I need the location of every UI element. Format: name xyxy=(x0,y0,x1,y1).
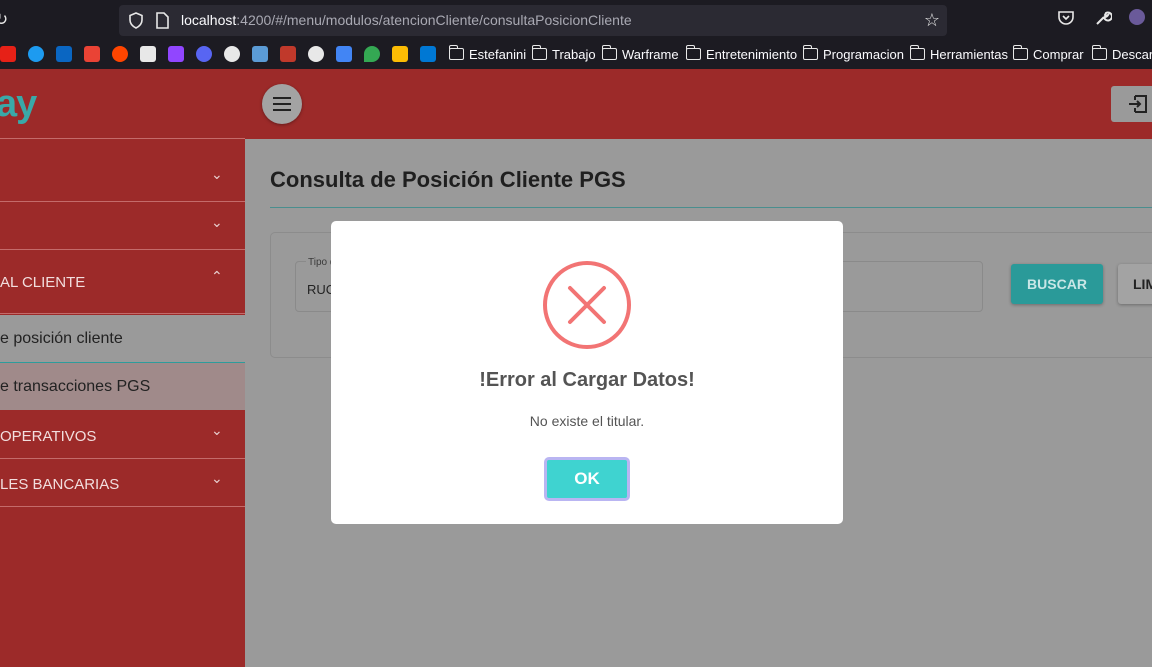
bookmark-folder-programacion[interactable]: Programacion xyxy=(802,45,904,63)
translate-icon[interactable] xyxy=(336,46,352,62)
bookmark-label: Comprar xyxy=(1033,46,1084,62)
bookmark-label: Entretenimiento xyxy=(706,46,798,62)
bookmark-folder-estefanini[interactable]: Estefanini xyxy=(448,45,527,63)
folder-icon xyxy=(601,45,617,60)
sidebar-item-bancarias[interactable]: LES BANCARIAS ⌄ xyxy=(0,459,245,507)
sidebar-item-label: AL CLIENTE xyxy=(0,274,86,291)
bookmark-label: Estefanini xyxy=(469,46,527,62)
sidebar-subitem-posicion-cliente[interactable]: e posición cliente xyxy=(0,315,245,363)
sidebar-item-operativos[interactable]: OPERATIVOS ⌄ xyxy=(0,411,245,459)
url-path: :4200/#/menu/modulos/atencionCliente/con… xyxy=(236,12,632,28)
folder-icon xyxy=(1091,45,1107,60)
bookmark-label: Herramientas xyxy=(930,46,1009,62)
extension-icon[interactable] xyxy=(1129,9,1145,25)
outlook-icon[interactable] xyxy=(420,46,436,62)
reddit-icon[interactable] xyxy=(112,46,128,62)
sidebar-subitem-label: e posición cliente xyxy=(0,330,123,347)
logout-button[interactable] xyxy=(1111,86,1152,122)
folder-icon xyxy=(802,45,818,60)
chevron-down-icon: ⌄ xyxy=(211,423,223,439)
search-button[interactable]: BUSCAR xyxy=(1011,264,1103,304)
sidebar-item-atencion-cliente[interactable]: AL CLIENTE ⌃ xyxy=(0,251,245,314)
bookmark-folder-entretenimiento[interactable]: Entretenimiento xyxy=(685,45,798,63)
bookmark-folder-trabajo[interactable]: Trabajo xyxy=(531,45,596,63)
hamburger-icon xyxy=(273,97,291,99)
sidebar-item-label: LES BANCARIAS xyxy=(0,476,120,493)
bookmark-folder-descargas[interactable]: Descargas xyxy=(1091,45,1152,63)
linkedin-icon[interactable] xyxy=(56,46,72,62)
reload-icon[interactable]: ↻ xyxy=(0,10,8,30)
url-text[interactable]: localhost:4200/#/menu/modulos/atencionCl… xyxy=(181,12,632,28)
sidebar-subitem-label: e transacciones PGS xyxy=(0,378,151,395)
chevron-down-icon: ⌄ xyxy=(211,471,223,487)
bookmark-label: Trabajo xyxy=(552,46,596,62)
check-icon[interactable] xyxy=(224,46,240,62)
browser-toolbar: ↻ localhost:4200/#/menu/modulos/atencion… xyxy=(0,0,1152,40)
twitch-icon[interactable] xyxy=(168,46,184,62)
youtube-icon[interactable] xyxy=(0,46,16,62)
chevron-down-icon: ⌄ xyxy=(211,167,223,183)
twitter-icon[interactable] xyxy=(28,46,44,62)
error-x-icon xyxy=(543,261,631,349)
chevron-down-icon: ⌄ xyxy=(211,215,223,231)
gmail-icon[interactable] xyxy=(84,46,100,62)
folder-icon xyxy=(909,45,925,60)
sidebar-subitem-transacciones-pgs[interactable]: e transacciones PGS xyxy=(0,362,245,410)
sidebar-item-1[interactable]: ⌄ xyxy=(0,155,245,202)
p-icon[interactable] xyxy=(140,46,156,62)
bookmark-label: Programacion xyxy=(823,46,904,62)
app-header xyxy=(245,69,1152,139)
folder-icon xyxy=(448,45,464,60)
sidebar-item-2[interactable]: ⌄ xyxy=(0,203,245,250)
bookmark-folder-comprar[interactable]: Comprar xyxy=(1012,45,1084,63)
bookmark-folder-warframe[interactable]: Warframe xyxy=(601,45,679,63)
bookmark-star-icon[interactable]: ☆ xyxy=(924,10,940,31)
chevron-up-icon: ⌃ xyxy=(211,269,223,285)
title-divider xyxy=(270,207,1152,208)
image-icon[interactable] xyxy=(252,46,268,62)
github-icon[interactable] xyxy=(308,46,324,62)
bookmark-label: Warframe xyxy=(622,46,679,62)
logout-icon xyxy=(1129,95,1147,113)
clear-button[interactable]: LIMPIAR xyxy=(1118,264,1152,304)
url-host: localhost xyxy=(181,12,237,28)
folder-icon xyxy=(531,45,547,60)
error-dialog: !Error al Cargar Datos! No existe el tit… xyxy=(331,221,843,524)
folder-icon xyxy=(685,45,701,60)
sidebar: ay ⌄ ⌄ AL CLIENTE ⌃ e posición cliente e… xyxy=(0,69,245,667)
ok-button[interactable]: OK xyxy=(544,457,630,501)
dialog-message: No existe el titular. xyxy=(529,413,645,429)
page-title: Consulta de Posición Cliente PGS xyxy=(270,167,626,192)
sidebar-item-label: OPERATIVOS xyxy=(0,428,97,445)
game-icon[interactable] xyxy=(280,46,296,62)
wrench-icon[interactable] xyxy=(1094,9,1112,27)
maps-icon[interactable] xyxy=(364,46,380,62)
folder-icon xyxy=(1012,45,1028,60)
discord-icon[interactable] xyxy=(196,46,212,62)
bookmark-folder-herramientas[interactable]: Herramientas xyxy=(909,45,1009,63)
pocket-icon[interactable] xyxy=(1057,9,1075,27)
menu-toggle-button[interactable] xyxy=(262,84,302,124)
logo: ay xyxy=(0,69,245,139)
drive-icon[interactable] xyxy=(392,46,408,62)
url-bar[interactable]: localhost:4200/#/menu/modulos/atencionCl… xyxy=(119,5,947,36)
dialog-title: !Error al Cargar Datos! xyxy=(479,369,695,391)
logo-text: ay xyxy=(0,83,37,125)
page-icon xyxy=(156,12,169,29)
bookmark-label: Descargas xyxy=(1112,46,1152,62)
shield-icon[interactable] xyxy=(128,12,144,29)
bookmarks-bar: Estefanini Trabajo Warframe Entretenimie… xyxy=(0,40,1152,69)
